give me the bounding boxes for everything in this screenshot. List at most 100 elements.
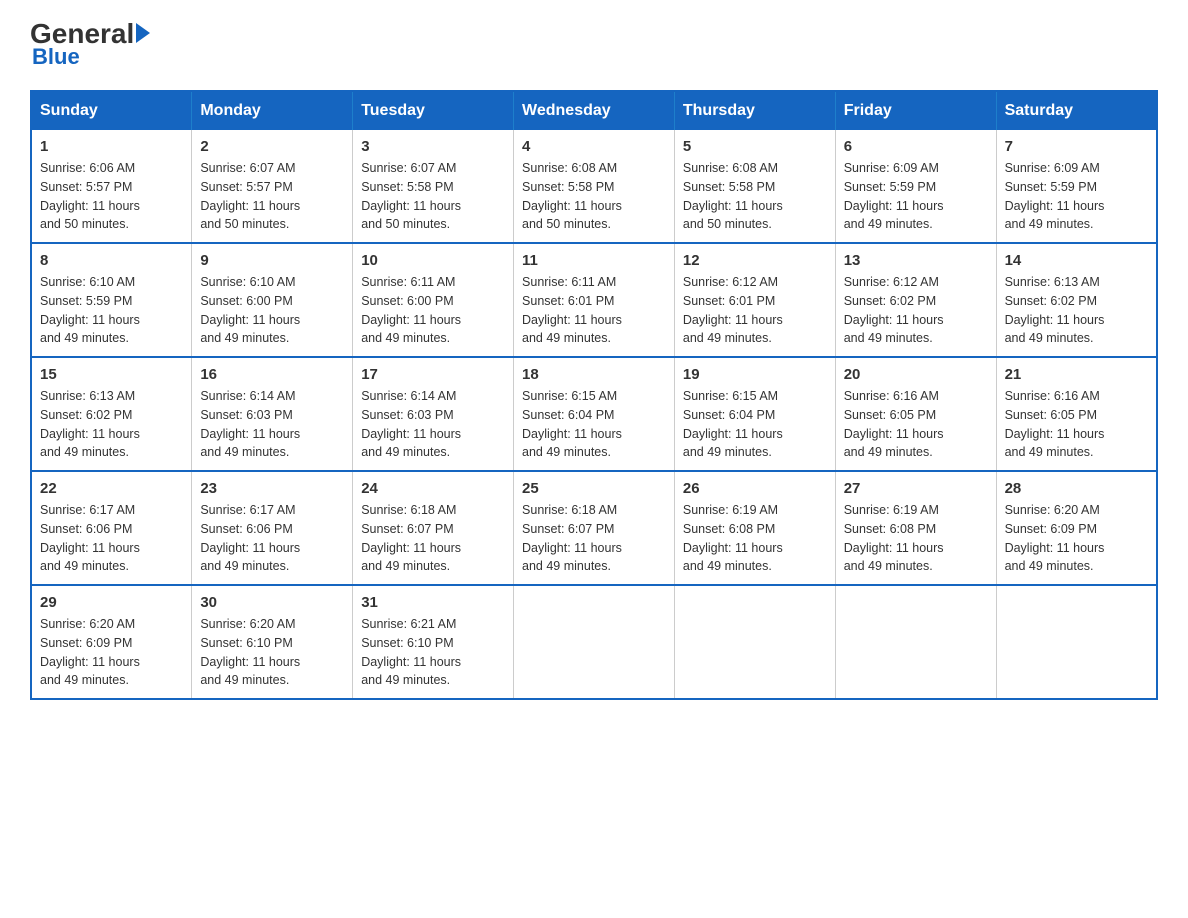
day-info: Sunrise: 6:17 AMSunset: 6:06 PMDaylight:… <box>200 501 344 576</box>
day-cell-21: 21 Sunrise: 6:16 AMSunset: 6:05 PMDayligh… <box>996 357 1157 471</box>
day-cell-6: 6Sunrise: 6:09 AMSunset: 5:59 PMDaylight… <box>835 130 996 243</box>
day-info: Sunrise: 6:20 AMSunset: 6:09 PMDaylight:… <box>1005 501 1148 576</box>
day-info: Sunrise: 6:18 AMSunset: 6:07 PMDaylight:… <box>361 501 505 576</box>
day-cell-3: 3 Sunrise: 6:07 AMSunset: 5:58 PMDaylight… <box>353 130 514 243</box>
day-cell-23: 23 Sunrise: 6:17 AMSunset: 6:06 PMDayligh… <box>192 471 353 585</box>
day-cell-30: 30 Sunrise: 6:20 AMSunset: 6:10 PMDayligh… <box>192 585 353 699</box>
day-info: Sunrise: 6:06 AMSunset: 5:57 PMDaylight:… <box>40 159 183 234</box>
day-number: 30 <box>200 594 344 611</box>
day-number: 10 <box>361 252 505 269</box>
day-cell-27: 27 Sunrise: 6:19 AMSunset: 6:08 PMDayligh… <box>835 471 996 585</box>
day-cell-19: 19 Sunrise: 6:15 AMSunset: 6:04 PMDayligh… <box>674 357 835 471</box>
day-number: 24 <box>361 480 505 497</box>
day-info: Sunrise: 6:13 AMSunset: 6:02 PMDaylight:… <box>1005 273 1148 348</box>
day-info: Sunrise: 6:20 AMSunset: 6:09 PMDaylight:… <box>40 615 183 690</box>
day-number: 14 <box>1005 252 1148 269</box>
day-number: 25 <box>522 480 666 497</box>
day-number: 5 <box>683 138 827 155</box>
day-header-tuesday: Tuesday <box>353 91 514 130</box>
day-number: 20 <box>844 366 988 383</box>
day-header-monday: Monday <box>192 91 353 130</box>
day-cell-24: 24 Sunrise: 6:18 AMSunset: 6:07 PMDayligh… <box>353 471 514 585</box>
day-number: 26 <box>683 480 827 497</box>
day-cell-12: 12 Sunrise: 6:12 AMSunset: 6:01 PMDayligh… <box>674 243 835 357</box>
day-info: Sunrise: 6:15 AMSunset: 6:04 PMDaylight:… <box>522 387 666 462</box>
day-number: 2 <box>200 138 344 155</box>
week-row-5: 29 Sunrise: 6:20 AMSunset: 6:09 PMDayligh… <box>31 585 1157 699</box>
empty-cell <box>674 585 835 699</box>
day-headers-row: SundayMondayTuesdayWednesdayThursdayFrid… <box>31 91 1157 130</box>
day-number: 4 <box>522 138 666 155</box>
week-row-1: 1 Sunrise: 6:06 AMSunset: 5:57 PMDaylight… <box>31 130 1157 243</box>
day-info: Sunrise: 6:19 AMSunset: 6:08 PMDaylight:… <box>683 501 827 576</box>
day-cell-25: 25 Sunrise: 6:18 AMSunset: 6:07 PMDayligh… <box>514 471 675 585</box>
day-info: Sunrise: 6:08 AMSunset: 5:58 PMDaylight:… <box>522 159 666 234</box>
day-info: Sunrise: 6:10 AMSunset: 5:59 PMDaylight:… <box>40 273 183 348</box>
day-number: 19 <box>683 366 827 383</box>
day-info: Sunrise: 6:09 AMSunset: 5:59 PMDaylight:… <box>844 159 988 234</box>
day-info: Sunrise: 6:16 AMSunset: 6:05 PMDaylight:… <box>1005 387 1148 462</box>
day-number: 11 <box>522 252 666 269</box>
empty-cell <box>835 585 996 699</box>
week-row-4: 22 Sunrise: 6:17 AMSunset: 6:06 PMDayligh… <box>31 471 1157 585</box>
day-cell-2: 2 Sunrise: 6:07 AMSunset: 5:57 PMDaylight… <box>192 130 353 243</box>
day-cell-13: 13Sunrise: 6:12 AMSunset: 6:02 PMDayligh… <box>835 243 996 357</box>
day-cell-22: 22Sunrise: 6:17 AMSunset: 6:06 PMDayligh… <box>31 471 192 585</box>
day-number: 3 <box>361 138 505 155</box>
day-number: 13 <box>844 252 988 269</box>
day-number: 12 <box>683 252 827 269</box>
day-number: 16 <box>200 366 344 383</box>
day-cell-31: 31 Sunrise: 6:21 AMSunset: 6:10 PMDayligh… <box>353 585 514 699</box>
day-info: Sunrise: 6:19 AMSunset: 6:08 PMDaylight:… <box>844 501 988 576</box>
day-cell-28: 28Sunrise: 6:20 AMSunset: 6:09 PMDayligh… <box>996 471 1157 585</box>
day-cell-14: 14 Sunrise: 6:13 AMSunset: 6:02 PMDayligh… <box>996 243 1157 357</box>
week-row-2: 8 Sunrise: 6:10 AMSunset: 5:59 PMDaylight… <box>31 243 1157 357</box>
day-cell-15: 15Sunrise: 6:13 AMSunset: 6:02 PMDayligh… <box>31 357 192 471</box>
day-cell-11: 11Sunrise: 6:11 AMSunset: 6:01 PMDayligh… <box>514 243 675 357</box>
logo: General Blue <box>30 20 150 70</box>
day-info: Sunrise: 6:07 AMSunset: 5:58 PMDaylight:… <box>361 159 505 234</box>
empty-cell <box>996 585 1157 699</box>
day-info: Sunrise: 6:20 AMSunset: 6:10 PMDaylight:… <box>200 615 344 690</box>
day-cell-7: 7Sunrise: 6:09 AMSunset: 5:59 PMDaylight… <box>996 130 1157 243</box>
day-number: 23 <box>200 480 344 497</box>
day-cell-9: 9 Sunrise: 6:10 AMSunset: 6:00 PMDaylight… <box>192 243 353 357</box>
day-number: 9 <box>200 252 344 269</box>
logo-blue-text: Blue <box>32 44 80 70</box>
day-info: Sunrise: 6:18 AMSunset: 6:07 PMDaylight:… <box>522 501 666 576</box>
day-header-saturday: Saturday <box>996 91 1157 130</box>
day-info: Sunrise: 6:16 AMSunset: 6:05 PMDaylight:… <box>844 387 988 462</box>
day-cell-1: 1 Sunrise: 6:06 AMSunset: 5:57 PMDaylight… <box>31 130 192 243</box>
day-info: Sunrise: 6:21 AMSunset: 6:10 PMDaylight:… <box>361 615 505 690</box>
page-header: General Blue <box>30 20 1158 70</box>
day-number: 7 <box>1005 138 1148 155</box>
day-info: Sunrise: 6:13 AMSunset: 6:02 PMDaylight:… <box>40 387 183 462</box>
day-number: 27 <box>844 480 988 497</box>
day-cell-4: 4 Sunrise: 6:08 AMSunset: 5:58 PMDaylight… <box>514 130 675 243</box>
logo-triangle-icon <box>136 23 150 43</box>
day-cell-8: 8 Sunrise: 6:10 AMSunset: 5:59 PMDaylight… <box>31 243 192 357</box>
day-number: 17 <box>361 366 505 383</box>
day-info: Sunrise: 6:08 AMSunset: 5:58 PMDaylight:… <box>683 159 827 234</box>
day-cell-26: 26 Sunrise: 6:19 AMSunset: 6:08 PMDayligh… <box>674 471 835 585</box>
day-info: Sunrise: 6:14 AMSunset: 6:03 PMDaylight:… <box>361 387 505 462</box>
day-number: 22 <box>40 480 183 497</box>
day-header-wednesday: Wednesday <box>514 91 675 130</box>
day-number: 29 <box>40 594 183 611</box>
day-cell-5: 5 Sunrise: 6:08 AMSunset: 5:58 PMDaylight… <box>674 130 835 243</box>
day-header-sunday: Sunday <box>31 91 192 130</box>
day-number: 1 <box>40 138 183 155</box>
calendar-body: 1 Sunrise: 6:06 AMSunset: 5:57 PMDaylight… <box>31 130 1157 699</box>
day-info: Sunrise: 6:10 AMSunset: 6:00 PMDaylight:… <box>200 273 344 348</box>
week-row-3: 15Sunrise: 6:13 AMSunset: 6:02 PMDayligh… <box>31 357 1157 471</box>
day-info: Sunrise: 6:12 AMSunset: 6:01 PMDaylight:… <box>683 273 827 348</box>
empty-cell <box>514 585 675 699</box>
day-number: 8 <box>40 252 183 269</box>
day-cell-17: 17 Sunrise: 6:14 AMSunset: 6:03 PMDayligh… <box>353 357 514 471</box>
day-info: Sunrise: 6:07 AMSunset: 5:57 PMDaylight:… <box>200 159 344 234</box>
day-info: Sunrise: 6:15 AMSunset: 6:04 PMDaylight:… <box>683 387 827 462</box>
day-cell-20: 20 Sunrise: 6:16 AMSunset: 6:05 PMDayligh… <box>835 357 996 471</box>
day-number: 31 <box>361 594 505 611</box>
day-cell-16: 16Sunrise: 6:14 AMSunset: 6:03 PMDayligh… <box>192 357 353 471</box>
day-number: 21 <box>1005 366 1148 383</box>
